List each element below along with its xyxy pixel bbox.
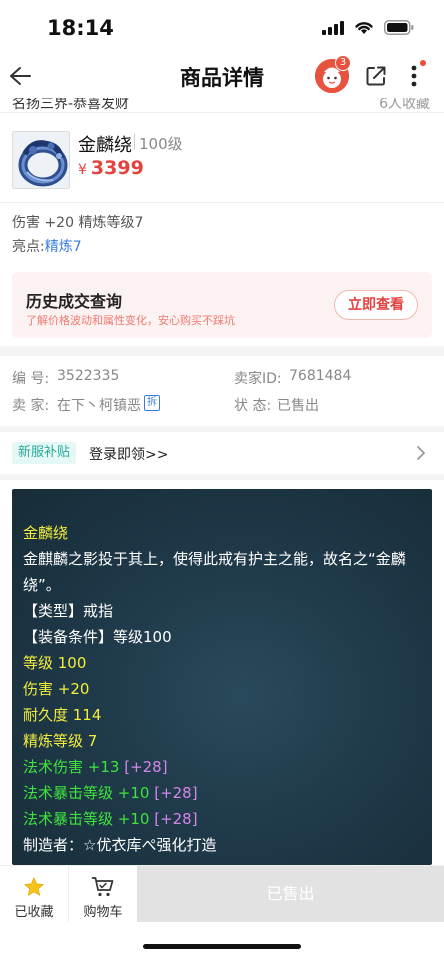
cart-label: 购物车: [83, 905, 123, 920]
desc-maker: 制造者：☆优衣库ぺ强化打造: [23, 836, 217, 854]
item-attributes: 伤害 +20 精炼等级7: [12, 215, 144, 231]
desc-lore-line-2: 绕”。: [23, 576, 61, 594]
desc-requirement: 【装备条件】等级100: [23, 628, 172, 646]
cellular-signal-icon: [322, 20, 344, 35]
id-label: 编 号:: [12, 371, 50, 387]
section-divider: [0, 474, 444, 480]
desc-name: 金麟绕: [23, 524, 69, 542]
favorite-label: 已收藏: [14, 905, 54, 920]
status-label: 状 态:: [234, 398, 272, 414]
status-icons: [322, 20, 414, 35]
favorite-button[interactable]: 已收藏: [0, 866, 68, 922]
sold-out-button[interactable]: 已售出: [137, 866, 444, 922]
wifi-icon: [355, 22, 373, 34]
desc-durability: 耐久度 114: [23, 706, 102, 724]
status-bar: 18:14: [0, 0, 444, 56]
status-time: 18:14: [47, 16, 114, 40]
star-icon: [24, 877, 44, 896]
status-value: 已售出: [277, 398, 319, 414]
section-divider: [0, 346, 444, 356]
magic-damage-base: 法术伤害 +13: [23, 758, 120, 776]
item-description-panel: 金麟绕 金麒麟之影投于其上，使得此戒有护主之能，故名之“金麟 绕”。 【类型】戒…: [12, 489, 432, 865]
ring-icon: [13, 132, 69, 188]
chevron-right-icon[interactable]: [414, 444, 428, 462]
magic-crit-bonus: [+28]: [154, 784, 198, 802]
desc-magic-damage: 法术伤害 +13 [+28]: [23, 757, 168, 777]
seller-label: 卖 家:: [12, 398, 50, 414]
item-level: 100级: [139, 135, 183, 153]
magic-crit-bonus: [+28]: [154, 810, 198, 828]
cart-count-badge: 3: [335, 55, 351, 71]
desc-type: 【类型】戒指: [23, 602, 114, 620]
desc-magic-crit: 法术暴击等级 +10 [+28]: [23, 809, 198, 829]
scrolled-header-row: 名扬三界-恭喜发财 6人收藏: [0, 98, 444, 112]
desc-magic-crit: 法术暴击等级 +10 [+28]: [23, 783, 198, 803]
shopping-cart-icon: [91, 877, 114, 897]
section-divider: [0, 426, 444, 432]
item-price: ¥3399: [78, 157, 144, 179]
nav-bar: 商品详情 3: [0, 55, 444, 98]
subsidy-tag: 新服补贴: [12, 442, 76, 464]
highlight-label: 亮点:: [12, 239, 45, 255]
magic-crit-base: 法术暴击等级 +10: [23, 784, 150, 802]
history-subtitle: 了解价格波动和属性变化，安心购买不踩坑: [26, 314, 235, 327]
view-history-button[interactable]: 立即查看: [334, 290, 418, 320]
desc-lore-line-1: 金麒麟之影投于其上，使得此戒有护主之能，故名之“金麟: [23, 550, 406, 568]
battery-icon: [384, 20, 414, 35]
subsidy-link[interactable]: 登录即领>>: [89, 444, 168, 464]
desc-level: 等级 100: [23, 654, 87, 672]
server-name: 名扬三界-恭喜发财: [12, 98, 130, 112]
bottom-action-bar: 已收藏 购物车 已售出: [0, 865, 444, 922]
separator: [134, 134, 135, 150]
magic-damage-bonus: [+28]: [124, 758, 168, 776]
divider: [0, 202, 444, 203]
item-highlight: 亮点:精炼7: [12, 236, 82, 256]
favorite-count: 6人收藏: [379, 98, 430, 112]
desc-refine: 精炼等级 7: [23, 732, 98, 750]
desc-damage: 伤害 +20: [23, 680, 90, 698]
magic-crit-base: 法术暴击等级 +10: [23, 810, 150, 828]
cart-button[interactable]: 购物车: [69, 866, 137, 922]
home-indicator[interactable]: [143, 944, 301, 949]
currency-symbol: ¥: [78, 162, 87, 178]
seller-name: 在下丶柯镇恶: [57, 398, 141, 414]
notification-dot: [420, 60, 426, 66]
history-query-card: 历史成交查询 了解价格波动和属性变化，安心购买不踩坑 立即查看: [12, 272, 432, 338]
id-value: 3522335: [57, 368, 120, 384]
split-tag: 拆: [144, 395, 160, 411]
price-value: 3399: [90, 157, 144, 179]
seller-id-value: 7681484: [289, 368, 352, 384]
divider: [0, 112, 444, 113]
history-title: 历史成交查询: [26, 292, 123, 311]
highlight-value[interactable]: 精炼7: [45, 239, 82, 255]
seller-id-label: 卖家ID:: [234, 371, 282, 387]
item-name: 金麟绕: [78, 135, 132, 156]
share-icon[interactable]: [364, 64, 388, 88]
more-vertical-icon[interactable]: [404, 62, 424, 90]
item-thumbnail[interactable]: [12, 131, 70, 189]
